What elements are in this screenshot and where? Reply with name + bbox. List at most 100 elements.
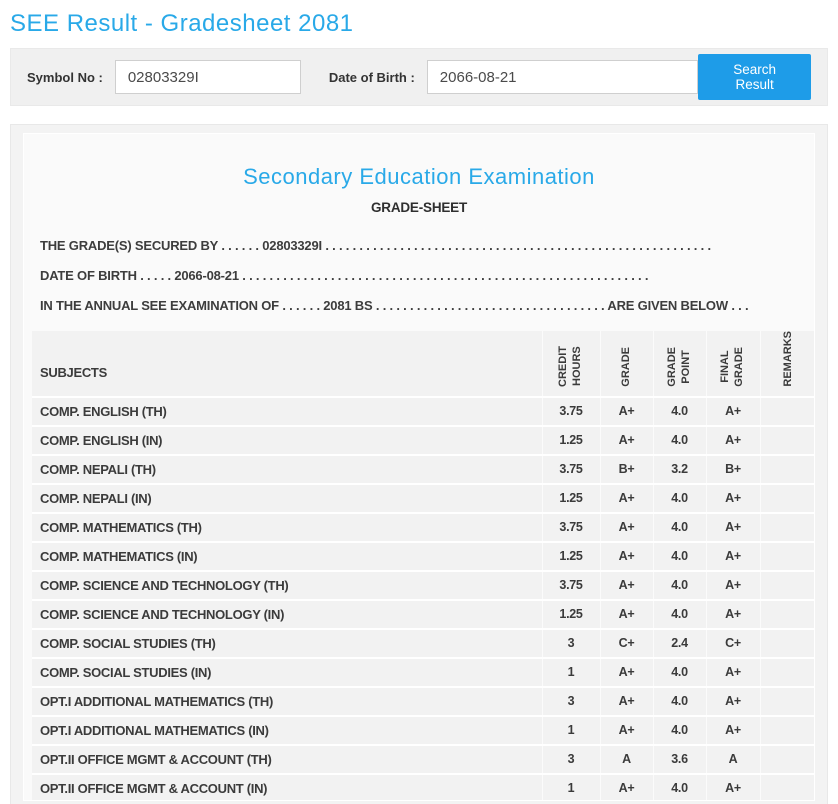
credit-hours-cell: 1.25 — [541, 483, 600, 514]
page: SEE Result - Gradesheet 2081 Symbol No :… — [0, 0, 838, 804]
grade-cell: A+ — [599, 541, 653, 572]
final-grade-cell: A+ — [705, 483, 760, 514]
final-grade-cell: A+ — [705, 396, 760, 427]
grade-point-cell: 2.4 — [652, 628, 706, 659]
final-grade-cell: A+ — [705, 512, 760, 543]
grade-point-cell: 4.0 — [652, 425, 706, 456]
gradesheet-summary: THE GRADE(S) SECURED BY . . . . . . 0280… — [40, 231, 806, 321]
grade-cell: A+ — [599, 599, 653, 630]
gradesheet-card: Secondary Education Examination GRADE-SH… — [23, 133, 815, 801]
column-header-final-grade: FINAL GRADE — [705, 331, 760, 398]
subject-cell: COMP. MATHEMATICS (TH) — [32, 512, 542, 543]
grade-cell: B+ — [599, 454, 653, 485]
subject-cell: COMP. MATHEMATICS (IN) — [32, 541, 542, 572]
search-result-button[interactable]: Search Result — [698, 54, 811, 100]
table-row: COMP. SCIENCE AND TECHNOLOGY (IN) 1.25 A… — [32, 599, 814, 630]
secured-by-line: THE GRADE(S) SECURED BY . . . . . . 0280… — [40, 238, 711, 253]
grade-cell: A+ — [599, 425, 653, 456]
grade-cell: A+ — [599, 570, 653, 601]
grade-point-cell: 4.0 — [652, 657, 706, 688]
table-row: COMP. SOCIAL STUDIES (TH) 3 C+ 2.4 C+ — [32, 628, 814, 659]
table-row: COMP. SOCIAL STUDIES (IN) 1 A+ 4.0 A+ — [32, 657, 814, 688]
gradesheet-subtitle: GRADE-SHEET — [370, 200, 468, 215]
table-row: COMP. SCIENCE AND TECHNOLOGY (TH) 3.75 A… — [32, 570, 814, 601]
grade-cell: A+ — [599, 715, 653, 746]
grade-point-cell: 4.0 — [652, 715, 706, 746]
exam-title: Secondary Education Examination — [243, 164, 595, 189]
subject-cell: COMP. SCIENCE AND TECHNOLOGY (TH) — [32, 570, 542, 601]
grade-point-cell: 4.0 — [652, 396, 706, 427]
final-grade-cell: C+ — [705, 628, 760, 659]
final-grade-cell: A+ — [705, 686, 760, 717]
grade-point-cell: 4.0 — [652, 541, 706, 572]
final-grade-cell: A+ — [705, 570, 760, 601]
subject-cell: COMP. NEPALI (IN) — [32, 483, 542, 514]
subject-cell: COMP. SOCIAL STUDIES (TH) — [32, 628, 542, 659]
date-of-birth-input[interactable] — [426, 60, 699, 94]
column-header-grade: GRADE — [599, 331, 653, 398]
table-row: COMP. MATHEMATICS (TH) 3.75 A+ 4.0 A+ — [32, 512, 814, 543]
credit-hours-cell: 3.75 — [541, 570, 600, 601]
grade-cell: A+ — [599, 686, 653, 717]
subject-cell: OPT.II OFFICE MGMT & ACCOUNT (TH) — [32, 744, 542, 775]
page-title: SEE Result - Gradesheet 2081 — [10, 10, 354, 37]
remarks-cell — [759, 396, 814, 427]
remarks-cell — [759, 425, 814, 456]
grade-point-cell: 4.0 — [652, 483, 706, 514]
symbol-no-input[interactable] — [114, 60, 301, 94]
subject-cell: OPT.I ADDITIONAL MATHEMATICS (TH) — [32, 686, 542, 717]
remarks-cell — [759, 657, 814, 688]
remarks-cell — [759, 628, 814, 659]
date-of-birth-line: DATE OF BIRTH . . . . . 2066-08-21 . . .… — [40, 268, 649, 283]
grade-cell: A — [599, 744, 653, 775]
column-header-grade-point: GRADE POINT — [652, 331, 706, 398]
table-row: COMP. MATHEMATICS (IN) 1.25 A+ 4.0 A+ — [32, 541, 814, 572]
remarks-cell — [759, 512, 814, 543]
grade-point-cell: 3.6 — [652, 744, 706, 775]
grade-point-cell: 4.0 — [652, 773, 706, 800]
table-row: OPT.II OFFICE MGMT & ACCOUNT (IN) 1 A+ 4… — [32, 773, 814, 800]
final-grade-cell: A+ — [705, 715, 760, 746]
table-row: COMP. ENGLISH (TH) 3.75 A+ 4.0 A+ — [32, 396, 814, 427]
grade-point-cell: 4.0 — [652, 512, 706, 543]
column-header-remarks: REMARKS — [759, 331, 814, 398]
table-row: OPT.II OFFICE MGMT & ACCOUNT (TH) 3 A 3.… — [32, 744, 814, 775]
grade-point-cell: 4.0 — [652, 599, 706, 630]
remarks-cell — [759, 483, 814, 514]
table-row: COMP. ENGLISH (IN) 1.25 A+ 4.0 A+ — [32, 425, 814, 456]
credit-hours-cell: 3 — [541, 686, 600, 717]
final-grade-cell: B+ — [705, 454, 760, 485]
grade-point-cell: 3.2 — [652, 454, 706, 485]
remarks-cell — [759, 686, 814, 717]
grade-point-cell: 4.0 — [652, 686, 706, 717]
subject-cell: COMP. SCIENCE AND TECHNOLOGY (IN) — [32, 599, 542, 630]
credit-hours-cell: 3.75 — [541, 454, 600, 485]
remarks-cell — [759, 715, 814, 746]
search-bar: Symbol No : Date of Birth : Search Resul… — [10, 48, 828, 106]
final-grade-cell: A+ — [705, 657, 760, 688]
column-header-subjects: SUBJECTS — [32, 331, 542, 398]
final-grade-cell: A — [705, 744, 760, 775]
column-header-credit-hours: CREDIT HOURS — [541, 331, 600, 398]
result-panel: Secondary Education Examination GRADE-SH… — [10, 124, 828, 804]
grade-cell: C+ — [599, 628, 653, 659]
final-grade-cell: A+ — [705, 599, 760, 630]
credit-hours-cell: 3.75 — [541, 512, 600, 543]
table-header-row: SUBJECTS CREDIT HOURS GRADE GRADE POINT … — [32, 331, 814, 398]
grade-cell: A+ — [599, 396, 653, 427]
final-grade-cell: A+ — [705, 425, 760, 456]
grade-cell: A+ — [599, 512, 653, 543]
table-row: OPT.I ADDITIONAL MATHEMATICS (IN) 1 A+ 4… — [32, 715, 814, 746]
subject-cell: OPT.II OFFICE MGMT & ACCOUNT (IN) — [32, 773, 542, 800]
table-row: OPT.I ADDITIONAL MATHEMATICS (TH) 3 A+ 4… — [32, 686, 814, 717]
subject-cell: OPT.I ADDITIONAL MATHEMATICS (IN) — [32, 715, 542, 746]
credit-hours-cell: 1 — [541, 657, 600, 688]
subject-cell: COMP. ENGLISH (TH) — [32, 396, 542, 427]
remarks-cell — [759, 541, 814, 572]
table-row: COMP. NEPALI (IN) 1.25 A+ 4.0 A+ — [32, 483, 814, 514]
remarks-cell — [759, 570, 814, 601]
grade-point-cell: 4.0 — [652, 570, 706, 601]
final-grade-cell: A+ — [705, 773, 760, 800]
final-grade-cell: A+ — [705, 541, 760, 572]
remarks-cell — [759, 744, 814, 775]
